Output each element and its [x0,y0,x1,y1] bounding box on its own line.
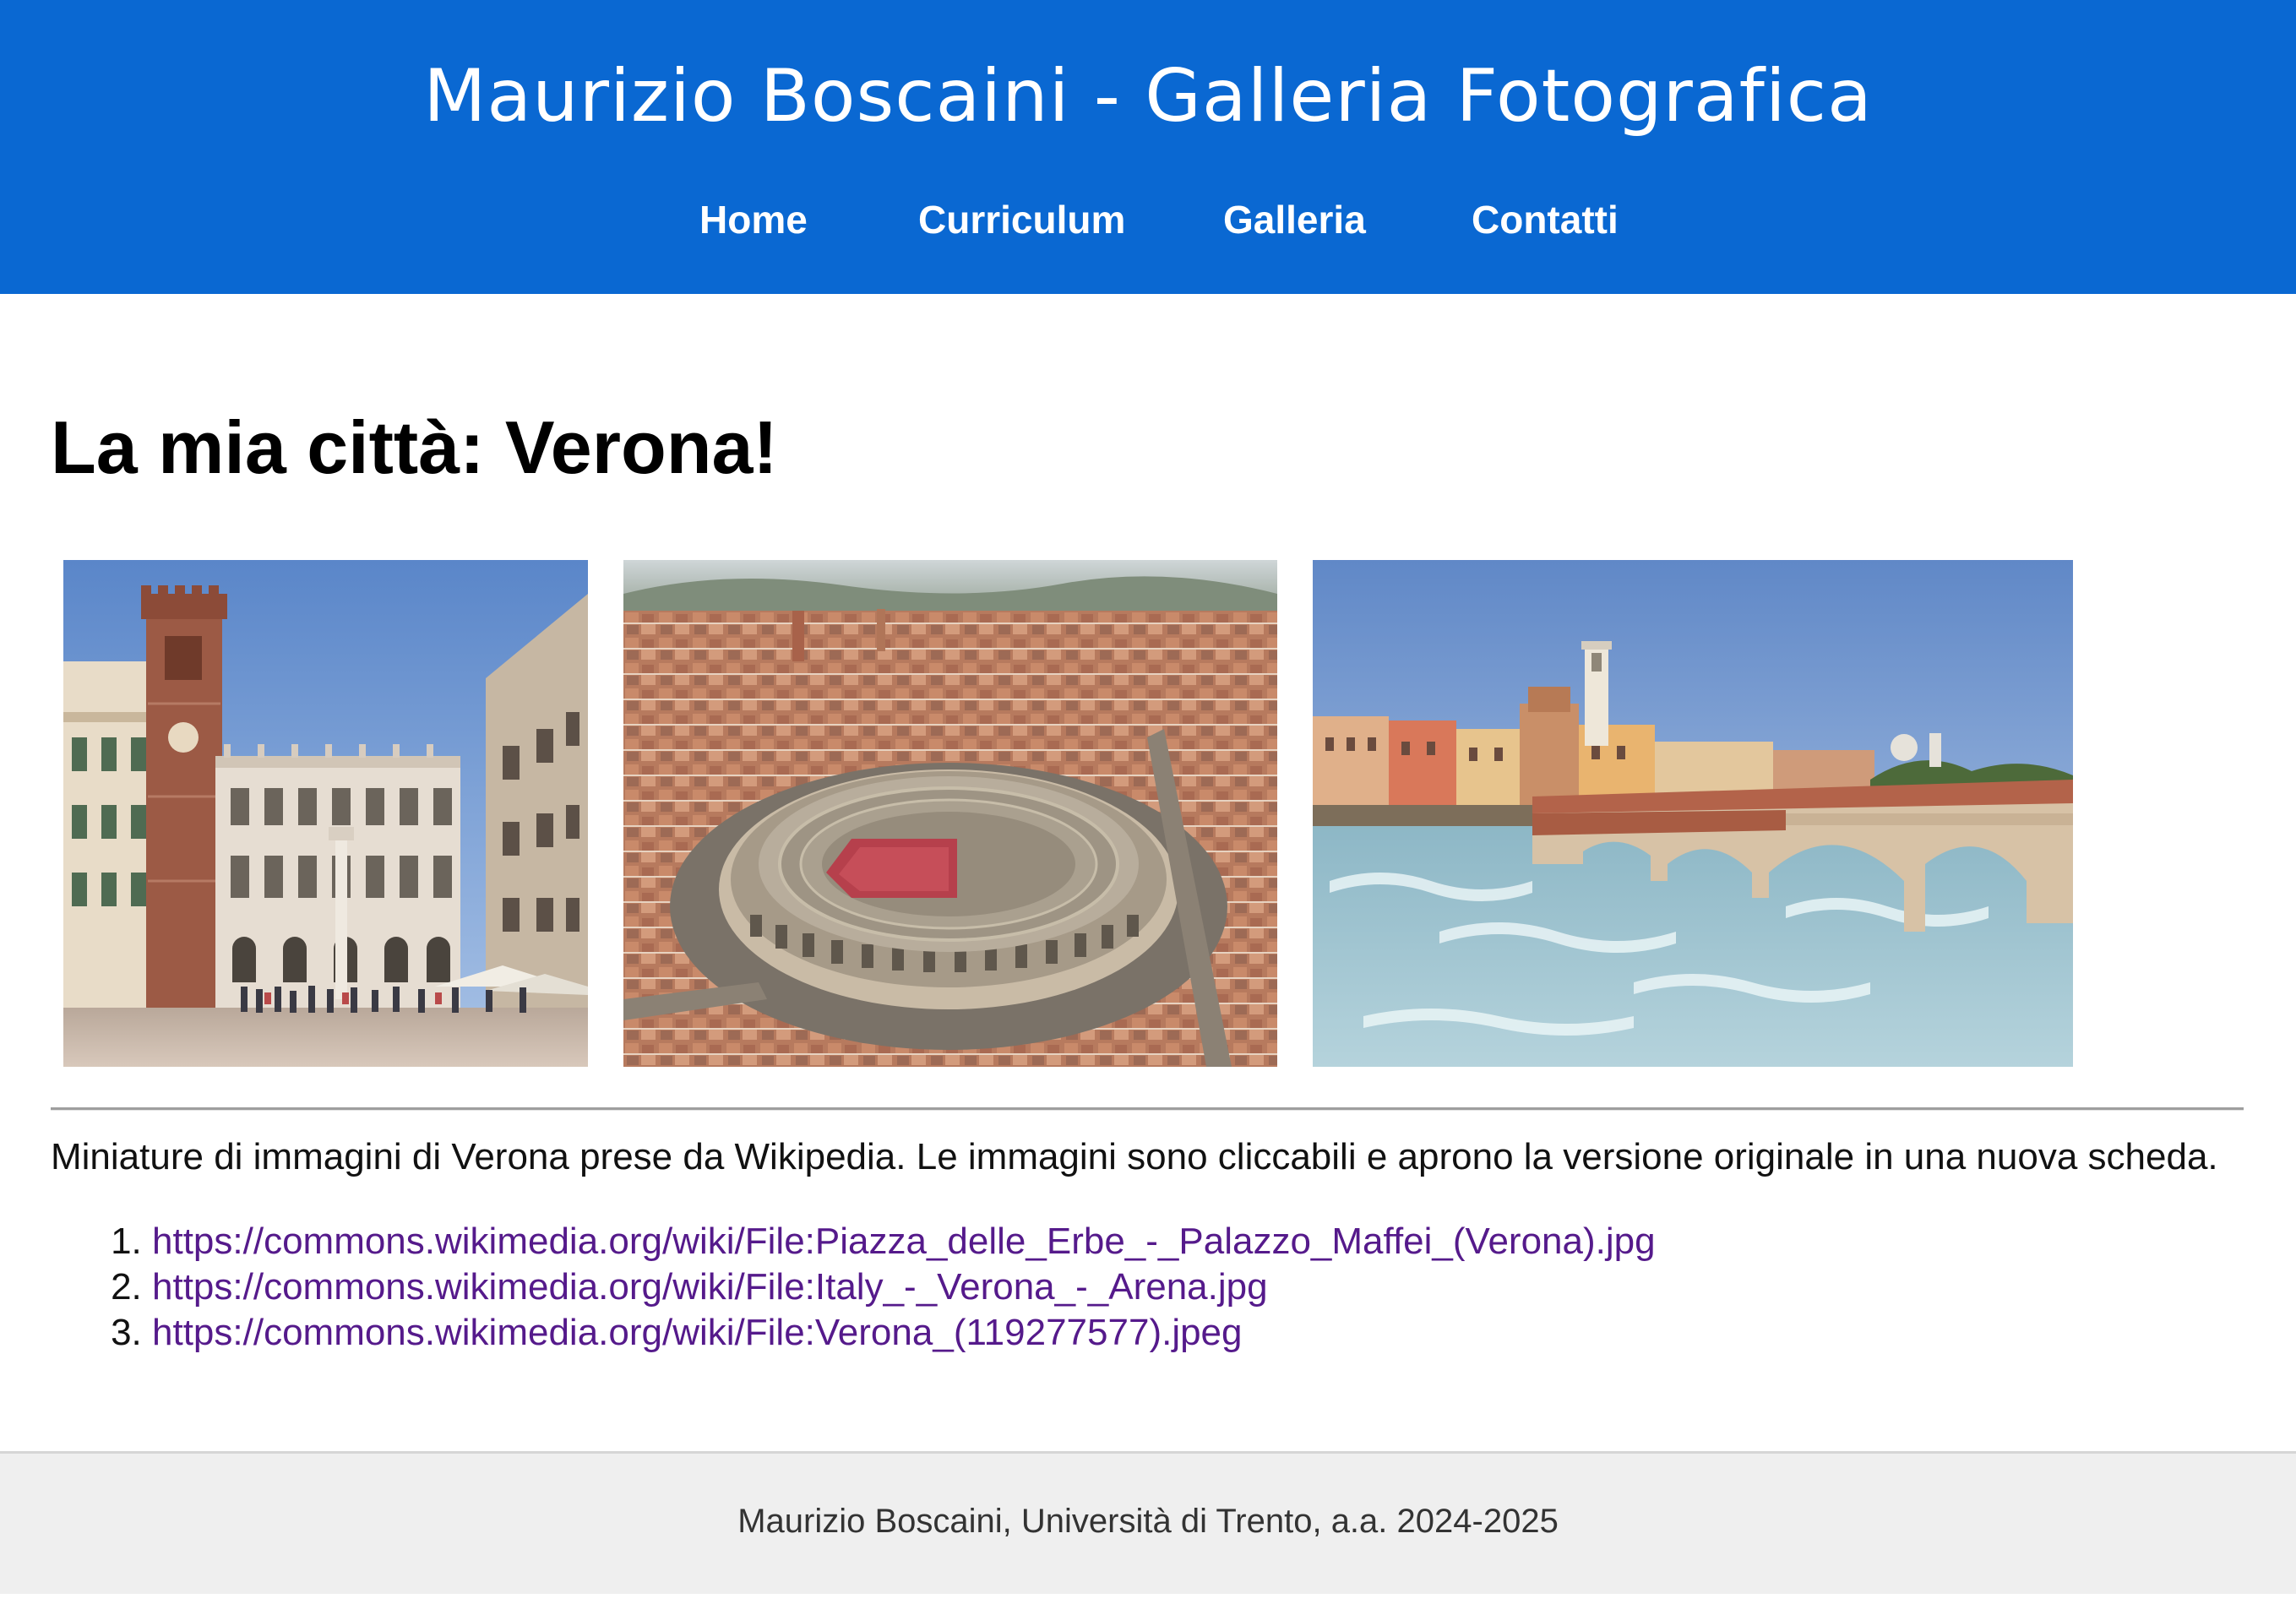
list-item: https://commons.wikimedia.org/wiki/File:… [152,1310,1656,1356]
source-link-2[interactable]: https://commons.wikimedia.org/wiki/File:… [152,1266,1268,1308]
site-header: Maurizio Boscaini - Galleria Fotografica… [0,0,2296,294]
thumbnail-ponte-pietra[interactable] [1313,560,2073,1067]
nav-link-curriculum[interactable]: Curriculum [918,189,1125,250]
nav-link-galleria[interactable]: Galleria [1223,189,1366,250]
thumbnail-piazza-erbe[interactable] [63,560,588,1067]
source-link-1[interactable]: https://commons.wikimedia.org/wiki/File:… [152,1221,1656,1262]
nav-link-home[interactable]: Home [699,189,808,250]
main-nav: Home Curriculum Galleria Contatti [0,189,2296,250]
source-list: https://commons.wikimedia.org/wiki/File:… [0,1219,1656,1356]
list-item: https://commons.wikimedia.org/wiki/File:… [152,1219,1656,1264]
arena-image [623,560,1277,1067]
list-item: https://commons.wikimedia.org/wiki/File:… [152,1264,1656,1310]
ponte-pietra-image [1313,560,2073,1067]
site-footer: Maurizio Boscaini, Università di Trento,… [0,1451,2296,1594]
thumbnail-arena[interactable] [623,560,1277,1067]
gallery-caption: Miniature di immagini di Verona prese da… [51,1136,2218,1177]
content-divider [51,1107,2244,1111]
page-heading: La mia città: Verona! [51,405,778,489]
nav-link-contatti[interactable]: Contatti [1472,189,1619,250]
footer-text: Maurizio Boscaini, Università di Trento,… [737,1503,1559,1540]
site-title: Maurizio Boscaini - Galleria Fotografica [423,54,1873,139]
piazza-erbe-image [63,560,588,1067]
source-link-3[interactable]: https://commons.wikimedia.org/wiki/File:… [152,1312,1243,1353]
